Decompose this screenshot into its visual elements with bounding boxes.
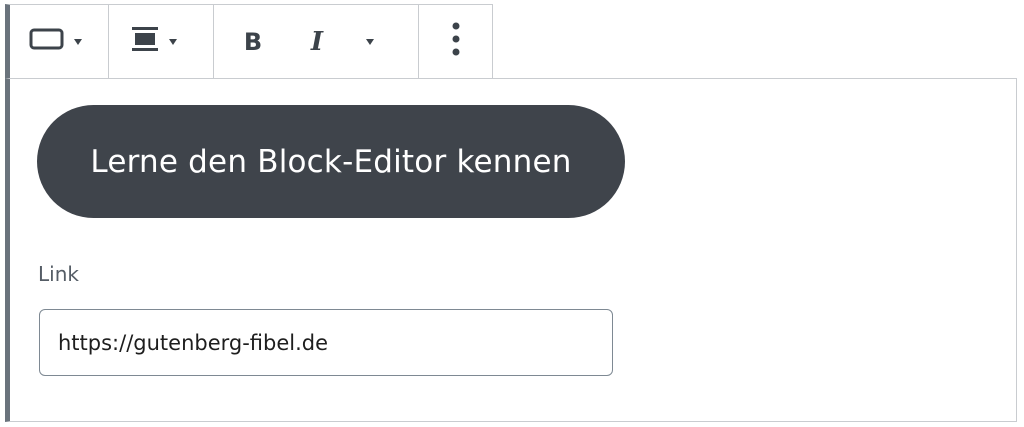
button-text[interactable]: Lerne den Block-Editor kennen [90, 144, 571, 180]
more-vertical-icon [451, 21, 461, 62]
toolbar-group-style [10, 5, 109, 78]
italic-button[interactable]: I [302, 20, 332, 64]
button-block-preview[interactable]: Lerne den Block-Editor kennen [37, 105, 625, 218]
bold-button[interactable]: B [238, 20, 268, 64]
block-style-dropdown[interactable] [29, 20, 82, 64]
toolbar-group-format: B I [214, 5, 419, 78]
chevron-down-icon [169, 38, 177, 45]
align-dropdown[interactable] [130, 20, 177, 64]
block-toolbar: B I [5, 4, 493, 79]
button-style-icon [29, 27, 65, 56]
toolbar-group-options [419, 5, 492, 78]
link-url-input[interactable] [39, 309, 613, 376]
chevron-down-icon [366, 38, 374, 45]
chevron-down-icon [74, 38, 82, 45]
more-options-button[interactable] [451, 20, 461, 64]
link-label: Link [38, 262, 79, 286]
align-center-icon [130, 25, 160, 58]
toolbar-group-align [109, 5, 214, 78]
more-formatting-dropdown[interactable] [366, 20, 374, 64]
